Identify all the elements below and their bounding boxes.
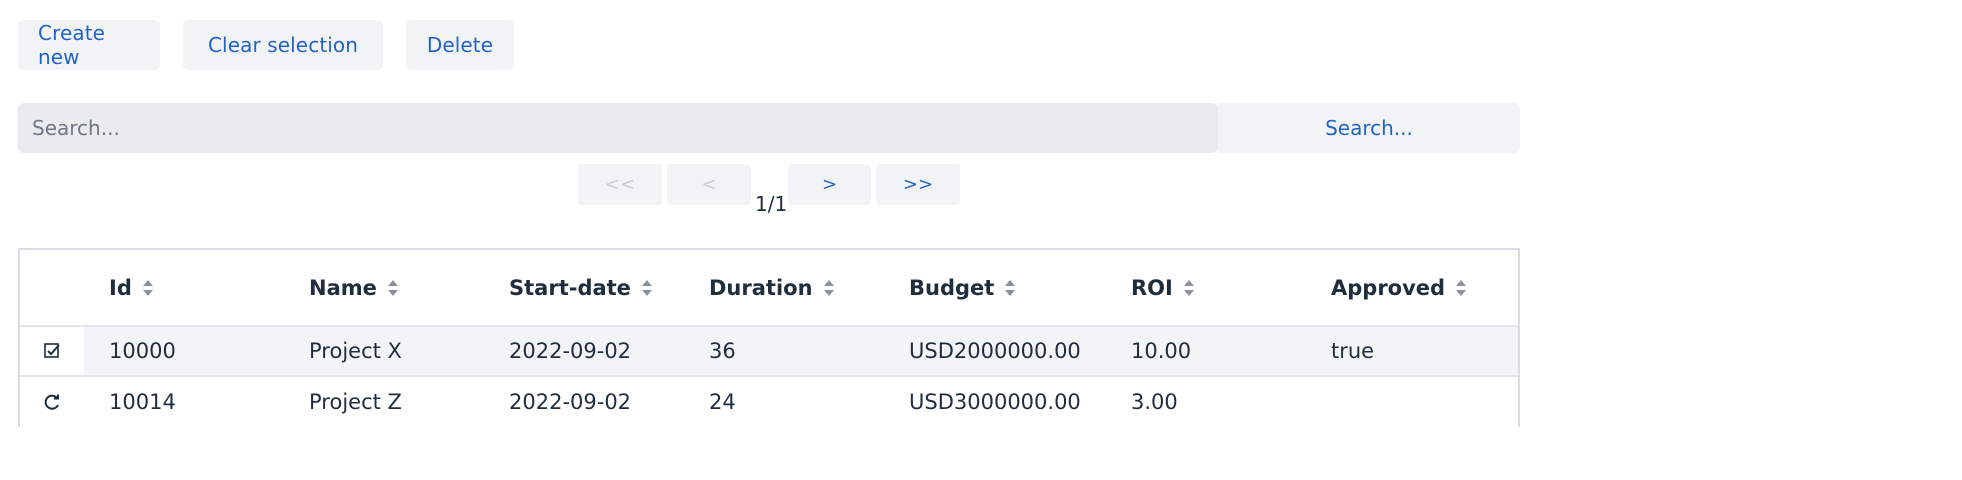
- cell-duration: 36: [709, 339, 736, 363]
- column-header-label: Name: [309, 275, 377, 300]
- grid-header: Id Name Start-date Duration Budget ROI A…: [20, 250, 1518, 327]
- app-root: Create new Clear selection Delete Search…: [0, 0, 1962, 480]
- refresh-icon: [44, 394, 59, 410]
- search-button[interactable]: Search...: [1218, 103, 1520, 153]
- checked-box-icon: [44, 343, 60, 358]
- cell-name: Project X: [309, 339, 402, 363]
- row-selector[interactable]: [20, 327, 84, 375]
- column-header-start-date[interactable]: Start-date: [509, 250, 653, 325]
- sort-icon: [142, 279, 153, 296]
- cell-start-date: 2022-09-02: [509, 390, 632, 414]
- column-header-label: Approved: [1331, 275, 1446, 300]
- column-header-id[interactable]: Id: [109, 250, 154, 325]
- column-header-label: Start-date: [509, 275, 631, 300]
- next-page-button[interactable]: >: [788, 164, 871, 205]
- sort-icon: [1005, 279, 1016, 296]
- cell-roi: 3.00: [1131, 390, 1178, 414]
- prev-page-button[interactable]: <: [667, 164, 751, 205]
- sort-icon: [641, 279, 652, 296]
- toolbar: Create new Clear selection Delete: [18, 20, 514, 70]
- cell-duration: 24: [709, 390, 736, 414]
- cell-approved: true: [1331, 339, 1375, 363]
- column-header-label: Id: [109, 275, 132, 300]
- column-header-name[interactable]: Name: [309, 250, 399, 325]
- sort-icon: [1183, 279, 1194, 296]
- column-header-duration[interactable]: Duration: [709, 250, 835, 325]
- last-page-button[interactable]: >>: [876, 164, 960, 205]
- cell-budget: USD3000000.00: [909, 390, 1081, 414]
- column-header-approved[interactable]: Approved: [1331, 250, 1467, 325]
- page-status: 1/1: [755, 192, 788, 216]
- data-grid: Id Name Start-date Duration Budget ROI A…: [18, 248, 1520, 427]
- sort-icon: [1456, 279, 1467, 296]
- clear-selection-button[interactable]: Clear selection: [183, 20, 383, 70]
- column-header-roi[interactable]: ROI: [1131, 250, 1195, 325]
- cell-name: Project Z: [309, 390, 402, 414]
- delete-button[interactable]: Delete: [406, 20, 514, 70]
- table-row[interactable]: 10000 Project X 2022-09-02 36 USD2000000…: [20, 327, 1518, 377]
- sort-icon: [387, 279, 398, 296]
- create-new-button[interactable]: Create new: [18, 20, 160, 70]
- column-header-label: Duration: [709, 275, 813, 300]
- first-page-button[interactable]: <<: [578, 164, 662, 205]
- sort-icon: [823, 279, 834, 296]
- cell-roi: 10.00: [1131, 339, 1192, 363]
- cell-id: 10014: [109, 390, 176, 414]
- cell-id: 10000: [109, 339, 176, 363]
- search-input[interactable]: [18, 103, 1218, 153]
- column-header-label: Budget: [909, 275, 995, 300]
- table-row[interactable]: 10014 Project Z 2022-09-02 24 USD3000000…: [20, 377, 1518, 427]
- cell-start-date: 2022-09-02: [509, 339, 632, 363]
- cell-budget: USD2000000.00: [909, 339, 1081, 363]
- column-header-label: ROI: [1131, 275, 1173, 300]
- search-bar: Search...: [18, 103, 1520, 153]
- column-header-budget[interactable]: Budget: [909, 250, 1016, 325]
- row-selector[interactable]: [20, 377, 84, 427]
